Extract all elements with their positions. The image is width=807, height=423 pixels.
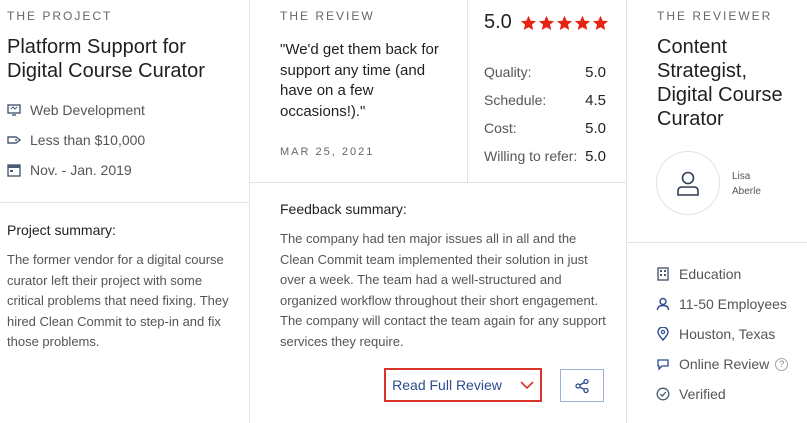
project-title: Platform Support for Digital Course Cura… [7,36,205,82]
project-dates: Nov. - Jan. 2019 [7,162,132,178]
star-rating [520,15,610,31]
share-icon [575,378,589,393]
score-value: 5.0 [585,148,606,165]
overall-score: 5.0 [484,11,512,33]
share-button[interactable] [560,369,604,402]
check-circle-icon [656,387,670,401]
chat-bubble-icon [657,359,669,371]
star-icon [574,15,590,30]
feedback-summary: The company had ten major issues all in … [280,231,606,349]
reviewer-verified: Verified [656,386,726,402]
employees-text: 11-50 Employees [679,296,787,312]
column-divider [249,0,250,423]
reviewer-first-name: Lisa [732,171,751,182]
project-summary: The former vendor for a digital course c… [7,252,229,349]
project-section-label: THE PROJECT [7,9,113,23]
feedback-summary-label: Feedback summary: [280,201,407,217]
project-service: Web Development [7,102,145,118]
location-text: Houston, Texas [679,326,776,342]
star-icon [520,15,536,30]
reviewer-location: Houston, Texas [656,326,775,342]
section-divider [0,202,249,203]
star-icon [538,15,554,30]
user-icon [656,297,670,311]
price-tag-icon [7,136,21,144]
reviewer-employees: 11-50 Employees [656,296,787,312]
project-summary-label: Project summary: [7,222,116,238]
reviewer-section-label: THE REVIEWER [657,9,773,23]
reviewer-title: Content Strategist, Digital Course Curat… [657,36,783,130]
verified-text: Verified [679,386,726,402]
calendar-icon [7,164,21,177]
chevron-down-icon [520,381,534,390]
review-quote: "We'd get them back for support any time… [280,41,439,120]
project-budget: Less than $10,000 [7,132,145,148]
help-icon[interactable]: ? [775,357,789,371]
star-icon [592,15,608,30]
score-row: Quality: 5.0 [484,64,606,81]
read-full-review-label: Read Full Review [392,377,502,393]
person-icon [677,171,699,196]
reviewer-name: Lisa Aberle [732,169,761,199]
column-divider [467,0,468,182]
score-row: Schedule: 4.5 [484,92,606,109]
budget-text: Less than $10,000 [30,132,146,148]
section-divider [627,242,807,243]
building-icon [657,267,669,281]
score-value: 5.0 [585,120,606,137]
score-label: Schedule: [484,92,547,108]
overall-rating: 5.0 [484,11,610,34]
star-icon [556,15,572,30]
column-divider [626,0,627,423]
section-divider [250,182,626,183]
reviewer-industry: Education [656,266,741,282]
reviewer-review-type: Online Review ? [656,356,789,372]
location-pin-icon [657,327,669,341]
score-label: Cost: [484,120,517,136]
score-row: Cost: 5.0 [484,120,606,137]
read-full-review-button[interactable]: Read Full Review [384,368,542,402]
score-row: Willing to refer: 5.0 [484,148,606,165]
avatar [656,151,720,215]
score-label: Willing to refer: [484,148,578,164]
dates-text: Nov. - Jan. 2019 [30,162,132,178]
service-text: Web Development [30,102,145,118]
score-value: 5.0 [585,64,606,81]
review-section-label: THE REVIEW [280,9,375,23]
reviewer-last-name: Aberle [732,186,761,197]
score-value: 4.5 [585,92,606,109]
score-label: Quality: [484,64,532,80]
review-date: MAR 25, 2021 [280,146,375,158]
industry-text: Education [679,266,742,282]
review-type-text: Online Review [679,356,770,372]
monitor-icon [7,104,21,116]
